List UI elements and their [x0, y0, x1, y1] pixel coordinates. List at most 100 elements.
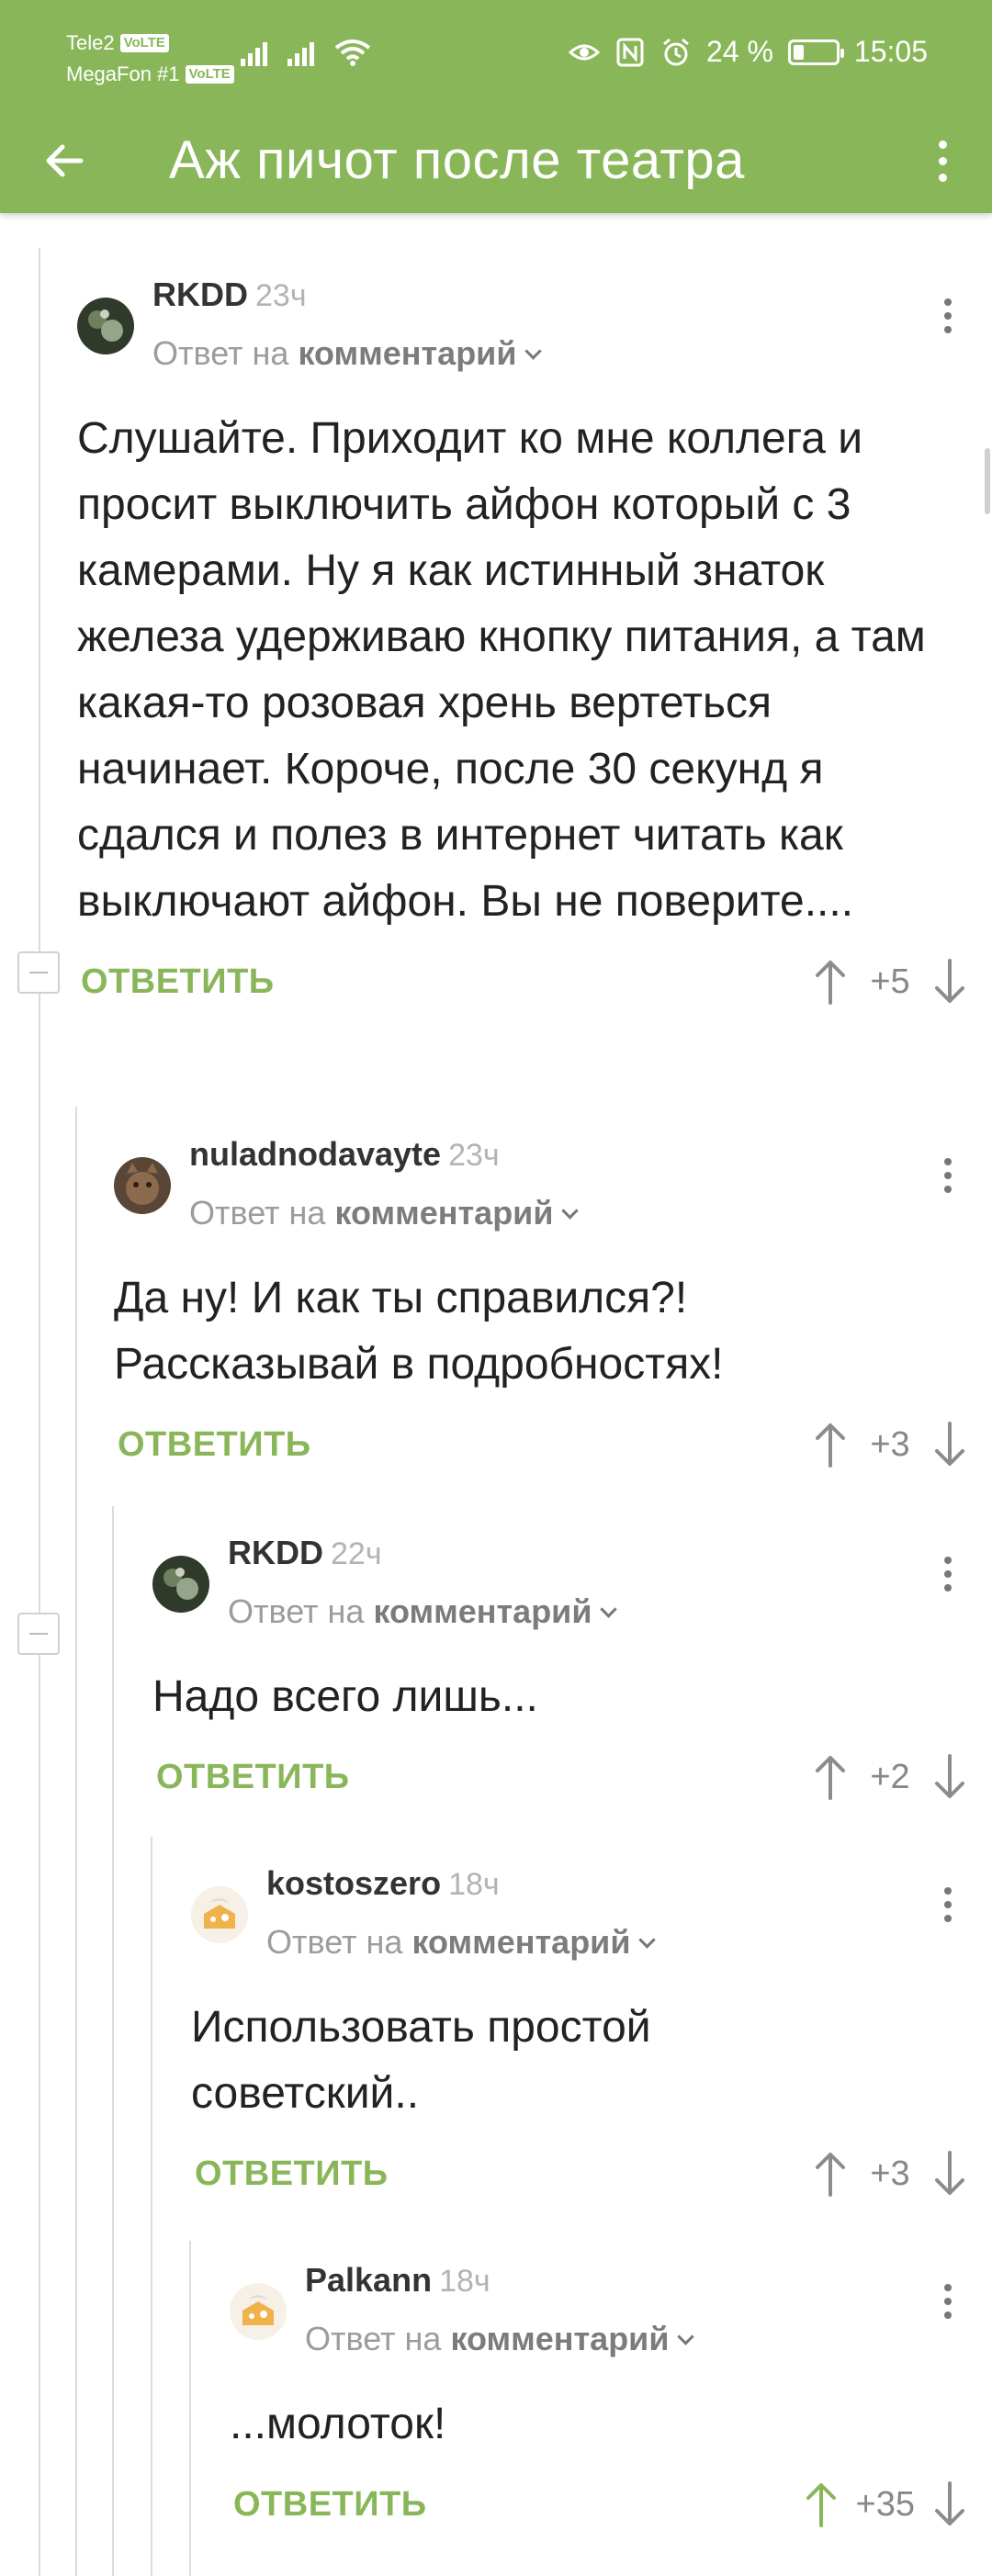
battery-percent: 24 %: [705, 35, 773, 68]
reply-to-prefix: Ответ на: [189, 1194, 326, 1232]
reply-to-target[interactable]: комментарий: [450, 2320, 669, 2357]
upvote-arrow-icon[interactable]: [810, 957, 851, 1007]
comment-time: 23ч: [255, 278, 307, 313]
vote-controls: +2: [810, 1752, 970, 1802]
avatar[interactable]: [114, 1157, 171, 1214]
downvote-arrow-icon[interactable]: [930, 1752, 970, 1802]
comment-text: ...молоток!: [230, 2400, 446, 2448]
signal-icon: [287, 37, 314, 66]
reply-to-prefix: Ответ на: [228, 1592, 365, 1630]
comment-author[interactable]: RKDD 22ч: [228, 1534, 382, 1572]
reply-to-target[interactable]: комментарий: [298, 334, 516, 372]
top-bar: Tele2 VoLTE MegaFon #1 VoLTE 24 % 15:05 …: [0, 0, 992, 213]
upvote-arrow-icon[interactable]: [810, 1752, 851, 1802]
back-arrow-icon[interactable]: [35, 130, 96, 191]
reply-to[interactable]: Ответ на комментарий: [189, 1194, 580, 1232]
carrier-info: Tele2 VoLTE MegaFon #1 VoLTE: [66, 28, 234, 90]
reply-button[interactable]: ОТВЕТИТЬ: [118, 1425, 311, 1465]
reply-to-target[interactable]: комментарий: [334, 1194, 553, 1232]
avatar[interactable]: [152, 1556, 209, 1613]
reply-to-prefix: Ответ на: [305, 2320, 442, 2357]
comment-menu-button[interactable]: [930, 2274, 966, 2329]
comment-menu-button[interactable]: [930, 1148, 966, 1203]
comment: nuladnodavayte 23ч Ответ на комментарий Д…: [114, 1135, 992, 1490]
reply-to[interactable]: Ответ на комментарий: [152, 334, 543, 373]
chevron-down-icon[interactable]: [638, 1931, 657, 1949]
comment-author[interactable]: nuladnodavayte 23ч: [189, 1135, 500, 1174]
chevron-down-icon[interactable]: [600, 1601, 618, 1618]
collapse-thread-button[interactable]: [17, 1613, 60, 1655]
downvote-arrow-icon[interactable]: [930, 957, 970, 1007]
chevron-down-icon[interactable]: [561, 1202, 580, 1220]
comment-menu-button[interactable]: [930, 288, 966, 343]
vote-controls: +3: [810, 2149, 970, 2199]
avatar[interactable]: [191, 1886, 248, 1943]
comment-score: +3: [870, 1424, 910, 1464]
page-title: Аж пичот после театра: [169, 130, 745, 190]
downvote-arrow-icon[interactable]: [930, 1420, 970, 1469]
comment-text: Использовать простой советский..: [191, 2003, 651, 2118]
comment-menu-button[interactable]: [930, 1877, 966, 1932]
reply-to-prefix: Ответ на: [266, 1923, 403, 1961]
reply-to-target[interactable]: комментарий: [373, 1592, 592, 1630]
reply-to-prefix: Ответ на: [152, 334, 289, 372]
comment-text: Слушайте. Приходит ко мне коллега и прос…: [77, 414, 926, 926]
reply-button[interactable]: ОТВЕТИТЬ: [156, 1758, 350, 1797]
comment-score: +35: [855, 2484, 915, 2524]
author-name[interactable]: RKDD: [152, 276, 248, 313]
author-name[interactable]: RKDD: [228, 1534, 323, 1571]
author-name[interactable]: kostoszero: [266, 1864, 441, 1902]
comment: kostoszero 18ч Ответ на комментарий Испол…: [191, 1864, 992, 2219]
comment-score: +3: [870, 2154, 910, 2193]
thread-line: [151, 1837, 152, 2576]
nfc-icon: [616, 38, 644, 66]
comment-author[interactable]: Palkann 18ч: [305, 2261, 490, 2300]
chevron-down-icon[interactable]: [524, 343, 543, 360]
app-bar: Аж пичот после театра: [0, 108, 992, 213]
reply-button[interactable]: ОТВЕТИТЬ: [195, 2154, 389, 2194]
downvote-arrow-icon[interactable]: [930, 2480, 970, 2529]
reply-button[interactable]: ОТВЕТИТЬ: [233, 2485, 427, 2525]
vote-controls: +35: [801, 2480, 970, 2529]
comment: RKDD 23ч Ответ на комментарий Слушайте. П…: [77, 276, 992, 1027]
comment-text: Надо всего лишь...: [152, 1672, 538, 1721]
vote-controls: +3: [810, 1420, 970, 1469]
author-name[interactable]: nuladnodavayte: [189, 1135, 441, 1173]
comment-menu-button[interactable]: [930, 1547, 966, 1602]
battery-icon: [787, 39, 844, 65]
comment-score: +2: [870, 1757, 910, 1796]
author-name[interactable]: Palkann: [305, 2261, 432, 2299]
chevron-down-icon[interactable]: [677, 2328, 695, 2345]
eye-icon: [568, 44, 600, 60]
reply-to[interactable]: Ответ на комментарий: [228, 1592, 618, 1631]
reply-button[interactable]: ОТВЕТИТЬ: [81, 962, 275, 1002]
volte-badge: VoLTE: [185, 65, 234, 84]
comment-time: 23ч: [448, 1138, 500, 1173]
alarm-icon: [663, 38, 689, 65]
comment-time: 18ч: [448, 1867, 500, 1902]
comment-time: 18ч: [439, 2264, 490, 2299]
avatar[interactable]: [230, 2283, 287, 2340]
carrier-1-name: Tele2: [66, 31, 115, 54]
upvote-arrow-icon[interactable]: [801, 2480, 841, 2529]
reply-to-target[interactable]: комментарий: [411, 1923, 630, 1961]
thread-line: [112, 1506, 114, 2576]
status-bar: Tele2 VoLTE MegaFon #1 VoLTE 24 % 15:05: [0, 0, 992, 110]
thread-line: [189, 2241, 191, 2576]
downvote-arrow-icon[interactable]: [930, 2149, 970, 2199]
reply-to[interactable]: Ответ на комментарий: [266, 1923, 657, 1962]
thread-line: [39, 248, 40, 2576]
thread-line: [75, 1107, 77, 2576]
upvote-arrow-icon[interactable]: [810, 2149, 851, 2199]
comment-time: 22ч: [331, 1536, 382, 1571]
overflow-menu-button[interactable]: [915, 129, 970, 193]
comment-author[interactable]: kostoszero 18ч: [266, 1864, 500, 1903]
comment: Palkann 18ч Ответ на комментарий ...молот…: [230, 2261, 992, 2549]
collapse-thread-button[interactable]: [17, 951, 60, 994]
comment-score: +5: [870, 962, 910, 1001]
reply-to[interactable]: Ответ на комментарий: [305, 2320, 695, 2358]
comment-author[interactable]: RKDD 23ч: [152, 276, 307, 314]
scrollbar[interactable]: [985, 448, 990, 514]
avatar[interactable]: [77, 298, 134, 354]
upvote-arrow-icon[interactable]: [810, 1420, 851, 1469]
